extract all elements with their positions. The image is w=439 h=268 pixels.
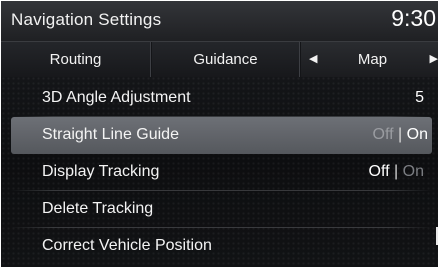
tab-guidance-label: Guidance	[193, 51, 258, 68]
toggle-on-option: On	[406, 126, 428, 143]
page-title: Navigation Settings	[11, 10, 162, 29]
right-triangle-icon[interactable]: ▶	[430, 42, 438, 77]
tab-map[interactable]: ◀ Map ▶	[301, 42, 438, 77]
navigation-settings-screen: Navigation Settings 9:30 Routing Guidanc…	[1, 1, 438, 267]
setting-label: Straight Line Guide	[42, 126, 179, 143]
setting-label: Correct Vehicle Position	[42, 237, 212, 254]
setting-label: Delete Tracking	[42, 200, 154, 217]
setting-label: Display Tracking	[42, 163, 160, 180]
left-triangle-icon[interactable]: ◀	[309, 42, 317, 77]
toggle-value: Off | On	[369, 163, 424, 181]
setting-row-delete-tracking[interactable]: Delete Tracking	[1, 191, 438, 228]
setting-row-straight-line-guide[interactable]: Straight Line Guide Off | On	[11, 117, 432, 154]
tab-map-label: Map	[357, 51, 388, 68]
setting-label: 3D Angle Adjustment	[42, 89, 191, 106]
toggle-separator: |	[398, 126, 403, 143]
setting-row-3d-angle[interactable]: 3D Angle Adjustment 5	[1, 80, 438, 117]
toggle-separator: |	[394, 163, 399, 180]
toggle-off-option: Off	[372, 126, 394, 143]
toggle-value: Off | On	[373, 126, 428, 144]
setting-value: 5	[415, 89, 424, 106]
clock: 9:30	[391, 5, 436, 31]
toggle-on-option: On	[402, 163, 424, 180]
tab-bar: Routing Guidance ◀ Map ▶	[1, 42, 438, 77]
setting-row-display-tracking[interactable]: Display Tracking Off | On	[1, 154, 438, 191]
title-bar: Navigation Settings 9:30	[1, 1, 438, 42]
toggle-off-option: Off	[368, 163, 390, 180]
tab-guidance[interactable]: Guidance	[152, 42, 300, 77]
scrollbar[interactable]	[436, 227, 438, 245]
tab-routing-label: Routing	[49, 51, 102, 68]
settings-list: 3D Angle Adjustment 5 Straight Line Guid…	[1, 80, 438, 265]
setting-row-correct-vehicle-position[interactable]: Correct Vehicle Position	[1, 228, 438, 265]
tab-routing[interactable]: Routing	[1, 42, 151, 77]
